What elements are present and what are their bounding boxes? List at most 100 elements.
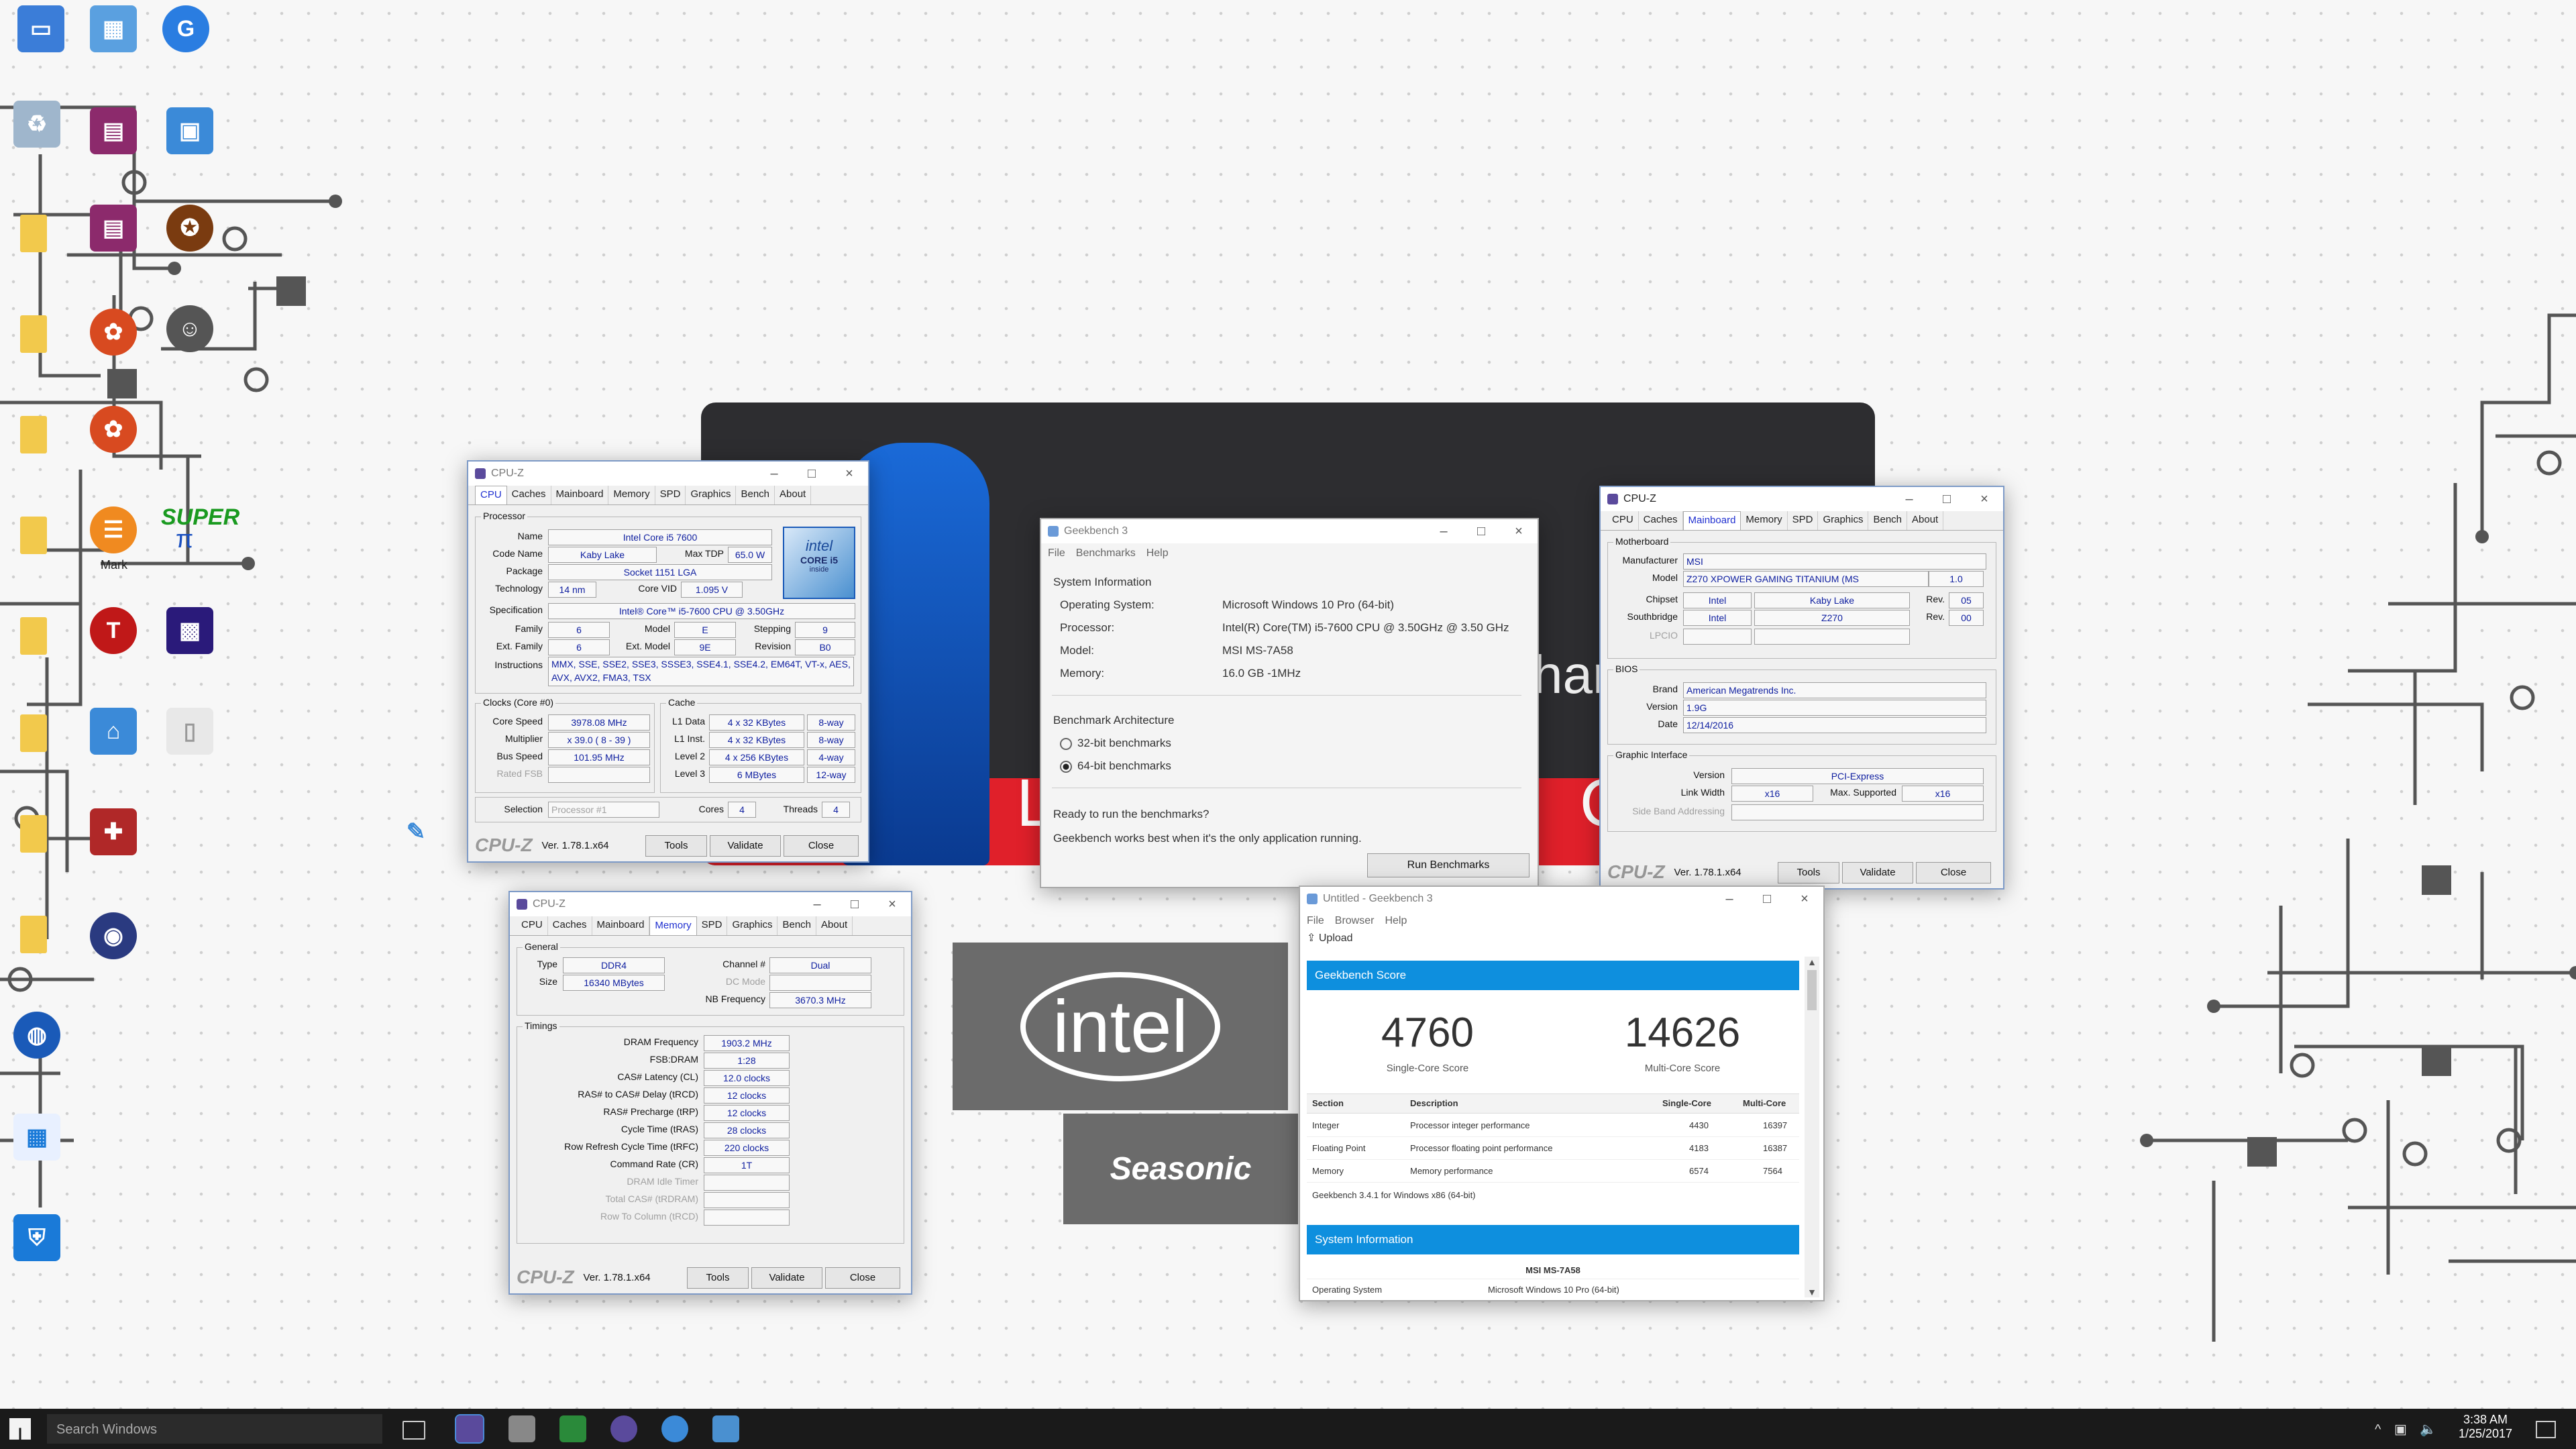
geekbench-launcher-window[interactable]: Geekbench 3 – □ × File Benchmarks Help Sys…: [1040, 518, 1539, 888]
radio-32bit[interactable]: 32-bit benchmarks: [1060, 737, 1171, 750]
geekbench-results-window[interactable]: Untitled - Geekbench 3 – □ × File Browser …: [1299, 885, 1825, 1301]
test-app-icon[interactable]: T: [90, 607, 137, 654]
run-benchmarks-button[interactable]: Run Benchmarks: [1367, 853, 1529, 877]
tab-mainboard[interactable]: Mainboard: [551, 486, 609, 504]
close-icon[interactable]: ×: [1786, 892, 1823, 907]
chevron-up-icon[interactable]: ^: [2375, 1422, 2381, 1437]
geekbench-results-titlebar[interactable]: Untitled - Geekbench 3 – □ ×: [1300, 887, 1823, 911]
computer-icon[interactable]: ▭: [17, 5, 64, 52]
geekbench-titlebar[interactable]: Geekbench 3 – □ ×: [1041, 519, 1538, 543]
flower-icon[interactable]: ✿: [90, 406, 137, 453]
tab-graphics[interactable]: Graphics: [1818, 511, 1869, 530]
minimize-icon[interactable]: –: [798, 897, 836, 912]
clock[interactable]: 3:38 AM 1/25/2017: [2449, 1413, 2522, 1441]
shell-icon[interactable]: [559, 1415, 586, 1442]
tab-spd[interactable]: SPD: [655, 486, 686, 504]
game-icon[interactable]: ✪: [166, 205, 213, 252]
folder-icon[interactable]: [20, 315, 47, 353]
action-center-icon[interactable]: [2536, 1421, 2556, 1438]
close-icon[interactable]: ×: [1966, 492, 2003, 507]
scroll-up-icon[interactable]: ▲: [1805, 957, 1819, 967]
maximize-icon[interactable]: □: [1928, 492, 1966, 507]
paint-icon[interactable]: ✎: [392, 808, 439, 855]
tool-icon[interactable]: ✚: [90, 808, 137, 855]
shield-icon[interactable]: ⛨: [13, 1214, 60, 1261]
upload-button[interactable]: ⇪ Upload: [1307, 931, 1353, 945]
tab-memory[interactable]: Memory: [608, 486, 655, 504]
maximize-icon[interactable]: □: [1748, 892, 1786, 907]
processor-select[interactable]: Processor #1: [548, 802, 659, 818]
menu-benchmarks[interactable]: Benchmarks: [1076, 547, 1136, 559]
cpuz-cpu-titlebar[interactable]: CPU-Z – □ ×: [468, 462, 868, 486]
validate-button[interactable]: Validate: [710, 835, 781, 857]
menu-browser[interactable]: Browser: [1335, 915, 1375, 927]
document-icon[interactable]: ▯: [166, 708, 213, 755]
validate-button[interactable]: Validate: [751, 1267, 822, 1289]
close-button[interactable]: Close: [1916, 862, 1991, 883]
folder-icon[interactable]: [20, 617, 47, 655]
globe-icon[interactable]: ◍: [13, 1012, 60, 1059]
menu-file[interactable]: File: [1307, 915, 1324, 927]
volume-icon[interactable]: 🔈: [2420, 1422, 2436, 1437]
menu-help[interactable]: Help: [1146, 547, 1169, 559]
super-pi-icon[interactable]: SUPER π: [161, 504, 239, 558]
scroll-down-icon[interactable]: ▼: [1805, 1287, 1819, 1297]
recycle-bin-icon[interactable]: ♻: [13, 101, 60, 148]
cpuz-cpu-window[interactable]: CPU-Z – □ × CPU Caches Mainboard Memory SP…: [467, 460, 869, 863]
3dmark-icon[interactable]: ☰: [90, 506, 137, 553]
tab-cpu[interactable]: CPU: [1607, 511, 1639, 530]
radio-64bit[interactable]: 64-bit benchmarks: [1060, 759, 1171, 773]
menu-help[interactable]: Help: [1385, 915, 1407, 927]
menu-file[interactable]: File: [1048, 547, 1065, 559]
close-icon[interactable]: ×: [1500, 524, 1538, 539]
tools-button[interactable]: Tools: [687, 1267, 749, 1289]
cpuz-mainboard-titlebar[interactable]: CPU-Z – □ ×: [1601, 487, 2003, 511]
network-icon[interactable]: ⌂: [90, 708, 137, 755]
search-box[interactable]: Search Windows: [47, 1414, 382, 1444]
close-button[interactable]: Close: [825, 1267, 900, 1289]
cpuz-mainboard-window[interactable]: CPU-Z – □ × CPU Caches Mainboard Memory SP…: [1599, 486, 2004, 890]
radio-checked-icon[interactable]: [1060, 760, 1072, 773]
tab-caches[interactable]: Caches: [507, 486, 551, 504]
start-button[interactable]: [9, 1418, 32, 1441]
cpuz-taskbar-icon[interactable]: [455, 1414, 484, 1444]
maximize-icon[interactable]: □: [1462, 524, 1500, 539]
task-view-icon[interactable]: [402, 1421, 425, 1440]
tab-caches[interactable]: Caches: [1639, 511, 1683, 530]
minimize-icon[interactable]: –: [755, 466, 793, 482]
tab-mainboard[interactable]: Mainboard: [592, 916, 650, 935]
tab-bench[interactable]: Bench: [777, 916, 817, 935]
flower-icon[interactable]: ✿: [90, 309, 137, 356]
tab-about[interactable]: About: [1907, 511, 1944, 530]
paint-taskbar-icon[interactable]: [661, 1415, 688, 1442]
tab-cpu[interactable]: CPU: [517, 916, 548, 935]
cinebench-icon[interactable]: ◉: [90, 912, 137, 959]
tab-spd[interactable]: SPD: [697, 916, 728, 935]
folder-icon[interactable]: [20, 416, 47, 453]
maximize-icon[interactable]: □: [836, 897, 873, 912]
minimize-icon[interactable]: –: [1711, 892, 1748, 907]
network-icon[interactable]: ▣: [2394, 1422, 2407, 1437]
windows-update-icon[interactable]: ▣: [166, 107, 213, 154]
folder-icon[interactable]: [20, 215, 47, 252]
tab-memory[interactable]: Memory: [649, 916, 697, 935]
geekbench-taskbar-icon[interactable]: [712, 1415, 739, 1442]
tab-about[interactable]: About: [775, 486, 812, 504]
folder-icon[interactable]: [20, 916, 47, 953]
maximize-icon[interactable]: □: [793, 466, 830, 482]
close-button[interactable]: Close: [784, 835, 859, 857]
validate-button[interactable]: Validate: [1842, 862, 1913, 883]
google-chrome-icon[interactable]: G: [162, 5, 209, 52]
radio-unchecked-icon[interactable]: [1060, 737, 1072, 750]
scroll-thumb[interactable]: [1807, 970, 1817, 1010]
tab-caches[interactable]: Caches: [548, 916, 592, 935]
tab-graphics[interactable]: Graphics: [686, 486, 737, 504]
minimize-icon[interactable]: –: [1890, 492, 1928, 507]
cpuz-taskbar-icon-2[interactable]: [610, 1415, 637, 1442]
tab-memory[interactable]: Memory: [1741, 511, 1788, 530]
tab-bench[interactable]: Bench: [736, 486, 775, 504]
winrar-icon[interactable]: ▤: [90, 205, 137, 252]
tab-spd[interactable]: SPD: [1788, 511, 1819, 530]
cpuz-memory-titlebar[interactable]: CPU-Z – □ ×: [510, 892, 911, 916]
tab-mainboard[interactable]: Mainboard: [1682, 511, 1741, 530]
